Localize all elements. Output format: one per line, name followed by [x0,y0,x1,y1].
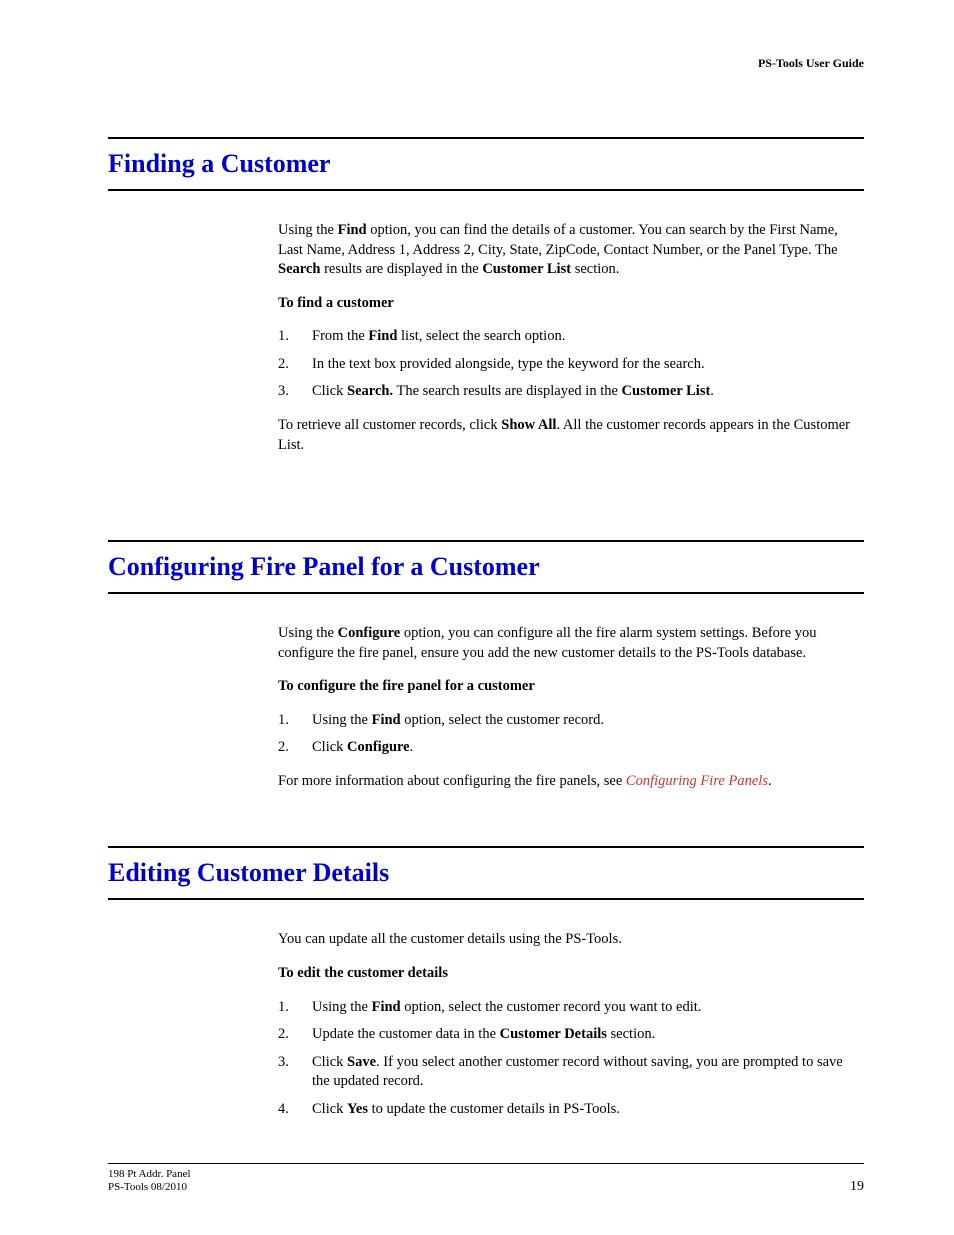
steps-list: 1.Using the Find option, select the cust… [278,711,864,758]
step-item: 4.Click Yes to update the customer detai… [278,1100,864,1120]
step-number: 1. [278,327,289,347]
bold-text: Configure [347,739,410,755]
bold-text: Search [278,261,320,277]
header-doc-title: PS-Tools User Guide [108,56,864,71]
steps-list: 1.Using the Find option, select the cust… [278,998,864,1120]
step-number: 4. [278,1100,289,1120]
step-number: 1. [278,998,289,1018]
bold-text: Customer List [482,261,571,277]
step-item: 1.Using the Find option, select the cust… [278,711,864,731]
footer-left: 198 Pt Addr. Panel PS-Tools 08/2010 [108,1168,191,1196]
step-item: 2.Click Configure. [278,738,864,758]
step-item: 1.From the Find list, select the search … [278,327,864,347]
step-number: 2. [278,738,289,758]
bold-text: Find [372,999,401,1015]
intro-paragraph: You can update all the customer details … [278,930,864,950]
section-heading-configuring: Configuring Fire Panel for a Customer [108,552,864,582]
content-block: You can update all the customer details … [278,930,864,1119]
bold-text: Search. [347,383,393,399]
bold-text: Customer List [622,383,711,399]
footer-line2: PS-Tools 08/2010 [108,1181,191,1195]
bold-text: Configure [338,625,401,641]
content-block: Using the Find option, you can find the … [278,221,864,455]
step-item: 3.Click Save. If you select another cust… [278,1053,864,1092]
step-number: 1. [278,711,289,731]
section-rule [108,189,864,191]
step-item: 2.Update the customer data in the Custom… [278,1025,864,1045]
content-block: Using the Configure option, you can conf… [278,624,864,791]
step-item: 1.Using the Find option, select the cust… [278,998,864,1018]
subheading: To configure the fire panel for a custom… [278,677,864,697]
section-heading-finding: Finding a Customer [108,149,864,179]
section-rule [108,592,864,594]
intro-paragraph: Using the Configure option, you can conf… [278,624,864,663]
step-number: 2. [278,1025,289,1045]
bold-text: Find [338,222,367,238]
footer-line1: 198 Pt Addr. Panel [108,1168,191,1182]
step-number: 3. [278,382,289,402]
section-rule [108,898,864,900]
bold-text: Find [368,328,397,344]
bold-text: Find [372,712,401,728]
page-footer: 198 Pt Addr. Panel PS-Tools 08/2010 19 [108,1163,864,1196]
section-rule [108,137,864,139]
subheading: To edit the customer details [278,964,864,984]
bold-text: Customer Details [500,1026,607,1042]
bold-text: Show All [501,417,556,433]
outro-paragraph: For more information about configuring t… [278,772,864,792]
footer-page-number: 19 [850,1179,864,1195]
subheading: To find a customer [278,294,864,314]
step-item: 2.In the text box provided alongside, ty… [278,355,864,375]
bold-text: Yes [347,1101,368,1117]
section-heading-editing: Editing Customer Details [108,858,864,888]
step-item: 3.Click Search. The search results are d… [278,382,864,402]
outro-paragraph: To retrieve all customer records, click … [278,416,864,455]
step-number: 3. [278,1053,289,1073]
section-rule [108,846,864,848]
step-number: 2. [278,355,289,375]
intro-paragraph: Using the Find option, you can find the … [278,221,864,280]
bold-text: Save [347,1054,376,1070]
section-rule [108,540,864,542]
steps-list: 1.From the Find list, select the search … [278,327,864,402]
cross-reference-link[interactable]: Configuring Fire Panels [626,773,768,789]
